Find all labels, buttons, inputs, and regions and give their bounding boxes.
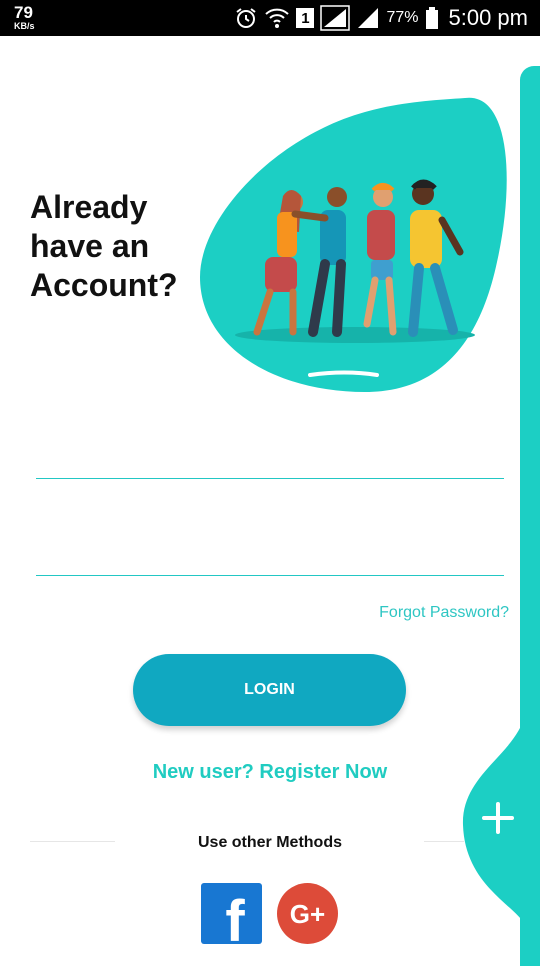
alarm-icon: [234, 6, 258, 30]
page-title: Already have an Account?: [30, 188, 200, 305]
signal-icon: [320, 5, 351, 31]
battery-percent: 77%: [386, 9, 419, 26]
wifi-icon: [264, 6, 290, 30]
hero-illustration: [200, 97, 507, 393]
divider: [424, 841, 464, 842]
battery-icon: [425, 6, 439, 30]
plus-icon[interactable]: [478, 798, 518, 838]
page-title-line: have an: [30, 228, 150, 264]
forgot-password-link[interactable]: Forgot Password?: [379, 604, 509, 622]
email-field[interactable]: [36, 438, 504, 479]
sim-slot-badge: 1: [296, 8, 315, 28]
other-methods-label: Use other Methods: [197, 834, 342, 851]
network-speed-unit: KB/s: [14, 21, 35, 31]
login-button[interactable]: LOGIN: [133, 654, 406, 726]
register-link[interactable]: New user? Register Now: [0, 761, 540, 784]
facebook-glyph: f: [225, 889, 245, 944]
google-plus-icon[interactable]: G+: [277, 883, 338, 944]
page-title-line: Already: [30, 189, 148, 225]
network-speed-value: 79: [14, 3, 33, 22]
google-plus-glyph: G+: [290, 899, 325, 929]
status-bar: 79 KB/s 1 77% 5:00 pm: [0, 0, 540, 36]
network-speed: 79 KB/s: [14, 4, 35, 31]
page-title-line: Account?: [30, 267, 178, 303]
clock: 5:00 pm: [448, 5, 529, 30]
facebook-icon[interactable]: f: [201, 883, 262, 944]
signal-icon: [356, 6, 380, 30]
password-field[interactable]: [36, 535, 504, 576]
